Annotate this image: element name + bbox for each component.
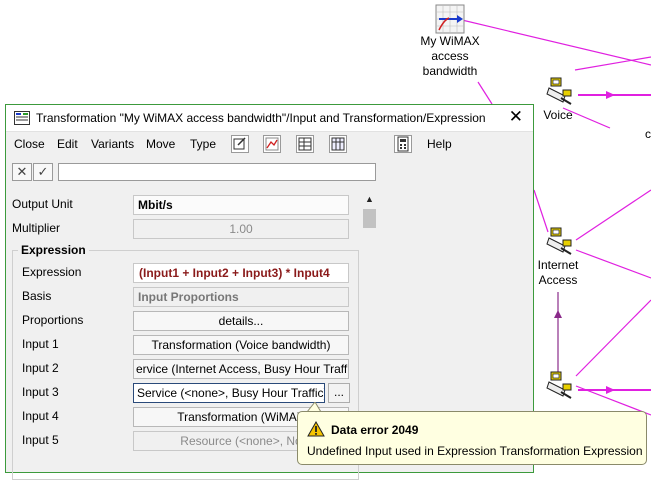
plug-icon (546, 371, 572, 399)
proportions-details-button[interactable]: details... (133, 311, 349, 331)
input-3-browse-button[interactable]: ... (328, 383, 350, 403)
input-1-field[interactable]: Transformation (Voice bandwidth) (133, 335, 349, 355)
table-icon[interactable] (296, 135, 314, 153)
node-bandwidth[interactable]: My WiMAX access bandwidth (410, 4, 490, 79)
tooltip-title: Data error 2049 (331, 423, 419, 437)
input-2-field[interactable]: ervice (Internet Access, Busy Hour Traff… (133, 359, 349, 379)
output-unit-field[interactable]: Mbit/s (133, 195, 349, 215)
node-label-line: Internet (537, 258, 579, 272)
menu-close[interactable]: Close (14, 137, 45, 151)
grid-icon[interactable] (329, 135, 347, 153)
node-partial-label: c (645, 127, 651, 141)
calculator-icon[interactable] (394, 135, 412, 153)
node-label-line: access (431, 49, 469, 63)
input-2-label: Input 2 (22, 361, 59, 375)
multiplier-label: Multiplier (12, 221, 61, 235)
expression-field[interactable]: (Input1 + Input2 + Input3) * Input4 (133, 263, 349, 283)
plug-icon (546, 227, 572, 255)
basis-field[interactable]: Input Proportions (133, 287, 349, 307)
error-tooltip: Data error 2049 Undefined Input used in … (297, 411, 647, 465)
window-title: Transformation "My WiMAX access bandwidt… (36, 111, 486, 125)
input-3-field[interactable]: Service (<none>, Busy Hour Traffic) (133, 383, 325, 403)
menu-variants[interactable]: Variants (91, 137, 134, 151)
node-label-line: bandwidth (422, 64, 478, 78)
warning-icon (307, 421, 325, 437)
node-label-line: Access (538, 273, 578, 287)
edit-input[interactable] (58, 163, 376, 181)
node-voice[interactable]: Voice (533, 76, 583, 123)
input-1-label: Input 1 (22, 337, 59, 351)
menu-edit[interactable]: Edit (57, 137, 78, 151)
scrollbar[interactable]: ▲ (362, 192, 377, 232)
properties-icon[interactable] (231, 135, 249, 153)
input-5-label: Input 5 (22, 433, 59, 447)
proportions-label: Proportions (22, 313, 84, 327)
accept-edit-button[interactable]: ✓ (33, 163, 53, 181)
plug-icon (546, 77, 572, 105)
node-label-line: Voice (543, 108, 573, 122)
basis-label: Basis (22, 289, 52, 303)
output-unit-label: Output Unit (12, 197, 73, 211)
menu-move[interactable]: Move (146, 137, 175, 151)
chart-icon (435, 4, 465, 34)
menu-bar: Close Edit Variants Move Type Help (6, 132, 533, 156)
node-label-line: My WiMAX (420, 34, 480, 48)
scrollbar-thumb[interactable] (363, 209, 376, 228)
input-4-label: Input 4 (22, 409, 59, 423)
expression-group-title: Expression (18, 243, 89, 257)
node-third-source[interactable] (533, 370, 583, 402)
input-3-label: Input 3 (22, 385, 59, 399)
scroll-up-icon[interactable]: ▲ (365, 194, 374, 204)
expression-label: Expression (22, 265, 82, 279)
cancel-edit-button[interactable]: ✕ (12, 163, 32, 181)
menu-type[interactable]: Type (190, 137, 216, 151)
close-icon[interactable]: ✕ (509, 108, 523, 126)
chart-icon[interactable] (263, 135, 281, 153)
node-internet-access[interactable]: Internet Access (533, 226, 583, 288)
title-bar[interactable]: Transformation "My WiMAX access bandwidt… (6, 105, 533, 132)
tooltip-message: Undefined Input used in Expression Trans… (307, 444, 643, 458)
app-icon (14, 111, 30, 125)
multiplier-field[interactable]: 1.00 (133, 219, 349, 239)
menu-help[interactable]: Help (427, 137, 452, 151)
